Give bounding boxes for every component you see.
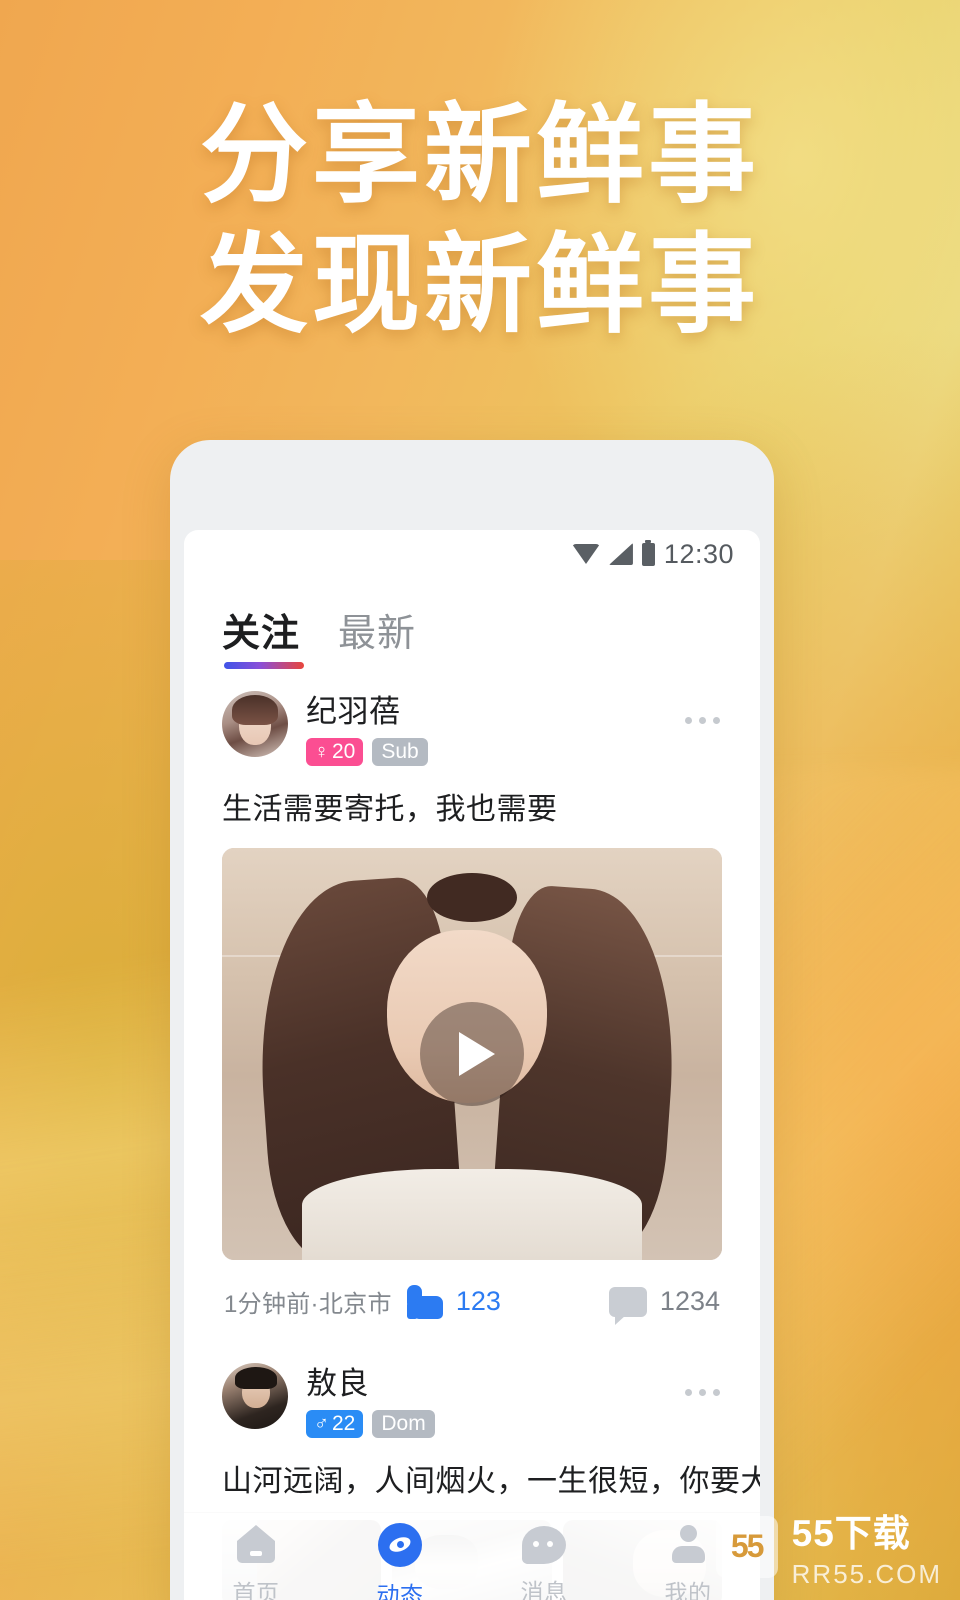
post-author-info: 敖良 ♂ 22 Dom xyxy=(306,1363,435,1438)
role-badge: Dom xyxy=(372,1410,435,1438)
post-author-info: 纪羽蓓 ♀ 20 Sub xyxy=(306,691,428,766)
watermark-logo: 55 xyxy=(715,1515,778,1578)
nav-label-messages: 消息 xyxy=(520,1579,568,1600)
status-bar: 12:30 xyxy=(184,530,760,578)
nav-item-home[interactable]: 首页 xyxy=(184,1525,328,1600)
tab-latest-label: 最新 xyxy=(338,613,417,655)
video-subject-shirt xyxy=(302,1169,642,1260)
signal-icon xyxy=(608,543,633,565)
phone-screen: 12:30 关注 最新 纪羽蓓 ♀ 20 Sub 生活需要寄托，我也需要 1分钟… xyxy=(184,530,760,1600)
tab-following[interactable]: 关注 xyxy=(222,602,304,669)
age-value: 20 xyxy=(332,740,356,763)
wifi-icon xyxy=(571,544,600,564)
comment-bubble-icon xyxy=(608,1286,647,1325)
avatar[interactable] xyxy=(222,1363,288,1429)
post-username[interactable]: 敖良 xyxy=(306,1365,435,1403)
post-video[interactable] xyxy=(222,848,722,1260)
nav-label-home: 首页 xyxy=(232,1580,280,1600)
video-subject-hairbun xyxy=(427,872,517,923)
post-text: 生活需要寄托，我也需要 xyxy=(222,793,558,826)
nav-label-moments: 动态 xyxy=(376,1582,424,1600)
post-header: 敖良 ♂ 22 Dom xyxy=(222,1363,722,1438)
bottom-navigation: 首页 动态 消息 我的 xyxy=(184,1512,760,1600)
post-header: 纪羽蓓 ♀ 20 Sub xyxy=(222,691,722,766)
play-icon[interactable] xyxy=(420,1002,524,1106)
gender-age-badge: ♀ 20 xyxy=(306,738,364,766)
post-meta-row: 1分钟前·北京市 123 1234 xyxy=(222,1260,722,1341)
role-badge: Sub xyxy=(372,738,428,766)
avatar[interactable] xyxy=(222,691,288,757)
like-count: 123 xyxy=(455,1286,501,1316)
post-badges: ♀ 20 Sub xyxy=(306,738,428,766)
person-icon xyxy=(666,1525,710,1565)
watermark: 55 55下载 RR55.COM xyxy=(715,1503,942,1590)
tab-latest[interactable]: 最新 xyxy=(338,602,416,669)
headline-line-2: 发现新鲜事 xyxy=(199,224,760,345)
post-item[interactable]: 纪羽蓓 ♀ 20 Sub 生活需要寄托，我也需要 1分钟前·北京市 123 12… xyxy=(184,669,760,1341)
thumbs-up-icon xyxy=(406,1284,443,1319)
post-text: 山河远阔，人间烟火，一生很短，你要大胆 xyxy=(222,1465,760,1498)
nav-label-profile: 我的 xyxy=(664,1580,712,1600)
nav-item-moments[interactable]: 动态 xyxy=(328,1523,472,1600)
post-username[interactable]: 纪羽蓓 xyxy=(306,693,428,731)
male-icon: ♂ xyxy=(314,1413,329,1435)
comment-count: 1234 xyxy=(659,1286,720,1316)
tab-active-underline xyxy=(224,662,304,669)
promo-headline: 分享新鲜事 发现新鲜事 xyxy=(0,90,960,350)
nav-item-messages[interactable]: 消息 xyxy=(472,1526,616,1600)
post-badges: ♂ 22 Dom xyxy=(306,1410,435,1438)
message-icon xyxy=(522,1526,566,1564)
tab-following-label: 关注 xyxy=(222,613,301,655)
watermark-text: 55下载 RR55.COM xyxy=(792,1503,942,1590)
female-icon: ♀ xyxy=(314,741,329,763)
watermark-title: 55下载 xyxy=(791,1513,911,1554)
watermark-url: RR55.COM xyxy=(791,1559,942,1589)
home-icon xyxy=(234,1525,278,1565)
compass-icon xyxy=(378,1523,422,1567)
more-dots-icon[interactable] xyxy=(685,717,720,724)
gender-age-badge: ♂ 22 xyxy=(306,1410,364,1438)
status-bar-time: 12:30 xyxy=(663,538,734,569)
comment-button[interactable]: 1234 xyxy=(608,1286,720,1325)
more-dots-icon[interactable] xyxy=(685,1389,720,1396)
feed-tabs: 关注 最新 xyxy=(184,578,760,669)
age-value: 22 xyxy=(332,1412,356,1435)
phone-mockup: 12:30 关注 最新 纪羽蓓 ♀ 20 Sub 生活需要寄托，我也需要 1分钟… xyxy=(170,440,774,1600)
like-button[interactable]: 123 xyxy=(406,1284,501,1319)
headline-line-1: 分享新鲜事 xyxy=(199,94,760,215)
battery-icon xyxy=(641,539,655,566)
post-timestamp: 1分钟前·北京市 xyxy=(224,1291,392,1318)
